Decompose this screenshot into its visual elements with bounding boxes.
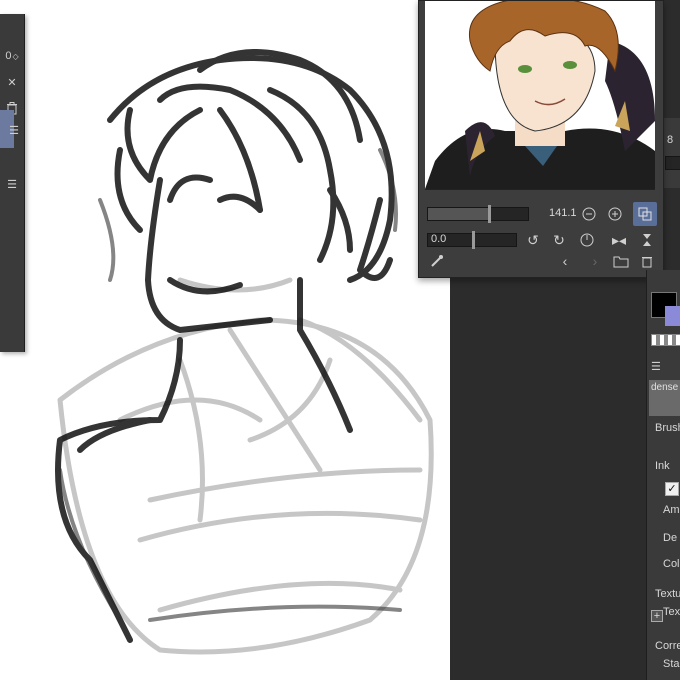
tool-property-panel: ☰ dense Brush Ink ✓ Am De Col Textu Text… xyxy=(646,270,680,680)
value-fragment: 0 xyxy=(5,50,12,62)
edge-panel: 8 xyxy=(662,118,680,188)
ink-checkbox[interactable]: ✓ xyxy=(665,482,679,496)
brush-name: dense xyxy=(651,382,679,393)
brush-section-label[interactable]: Brush xyxy=(655,422,680,434)
preview-thumbnail xyxy=(425,1,655,189)
prev-icon[interactable]: ‹ xyxy=(555,251,575,271)
menu-icon[interactable]: ☰ xyxy=(2,118,26,142)
value-field[interactable]: 0 ◇ xyxy=(0,44,24,68)
texture-label: Text xyxy=(663,606,680,618)
stabilization-label: Stab xyxy=(663,658,680,670)
correction-section-label[interactable]: Corre xyxy=(655,640,680,652)
fit-icon[interactable] xyxy=(633,202,657,226)
eyedropper-icon[interactable] xyxy=(427,251,447,271)
next-icon[interactable]: › xyxy=(585,251,605,271)
color-label: Col xyxy=(663,558,680,570)
rotate-left-icon[interactable]: ↺ xyxy=(523,230,543,250)
menu-icon[interactable]: ☰ xyxy=(0,172,24,196)
flip-vertical-icon[interactable] xyxy=(637,230,657,250)
add-icon[interactable]: + xyxy=(651,610,663,622)
navigator-preview[interactable] xyxy=(425,1,655,190)
density-label: De xyxy=(663,532,678,544)
transparent-color-strip[interactable] xyxy=(651,334,680,346)
close-x-icon[interactable]: ✕ xyxy=(0,70,24,94)
value-fragment: 8 xyxy=(667,134,674,146)
check-icon: ✓ xyxy=(667,483,677,495)
zoom-out-icon[interactable] xyxy=(579,204,599,224)
zoom-in-icon[interactable] xyxy=(605,204,625,224)
rotation-value: 0.0 xyxy=(431,233,447,245)
edge-slider[interactable] xyxy=(665,156,680,170)
left-panel: 0 ◇ ✕ ☰ ☰ xyxy=(0,14,25,352)
brush-preset[interactable]: dense xyxy=(649,380,680,416)
sub-color-swatch[interactable] xyxy=(665,306,680,326)
trash-icon[interactable] xyxy=(637,251,657,271)
reset-rotation-icon[interactable] xyxy=(577,230,597,250)
menu-icon[interactable]: ☰ xyxy=(651,360,661,373)
navigator-panel: 141.1 0.0 ↺ ↻ ▸◂ ‹ › xyxy=(418,0,664,278)
flip-horizontal-icon[interactable]: ▸◂ xyxy=(609,230,629,250)
texture-section-label[interactable]: Textu xyxy=(655,588,680,600)
ink-section-label[interactable]: Ink xyxy=(655,460,670,472)
folder-icon[interactable] xyxy=(611,251,631,271)
spinner-icon[interactable]: ◇ xyxy=(12,52,18,61)
zoom-value: 141.1 xyxy=(549,207,577,219)
zoom-slider[interactable] xyxy=(427,205,529,223)
rotate-right-icon[interactable]: ↻ xyxy=(549,230,569,250)
amount-label: Am xyxy=(663,504,680,516)
